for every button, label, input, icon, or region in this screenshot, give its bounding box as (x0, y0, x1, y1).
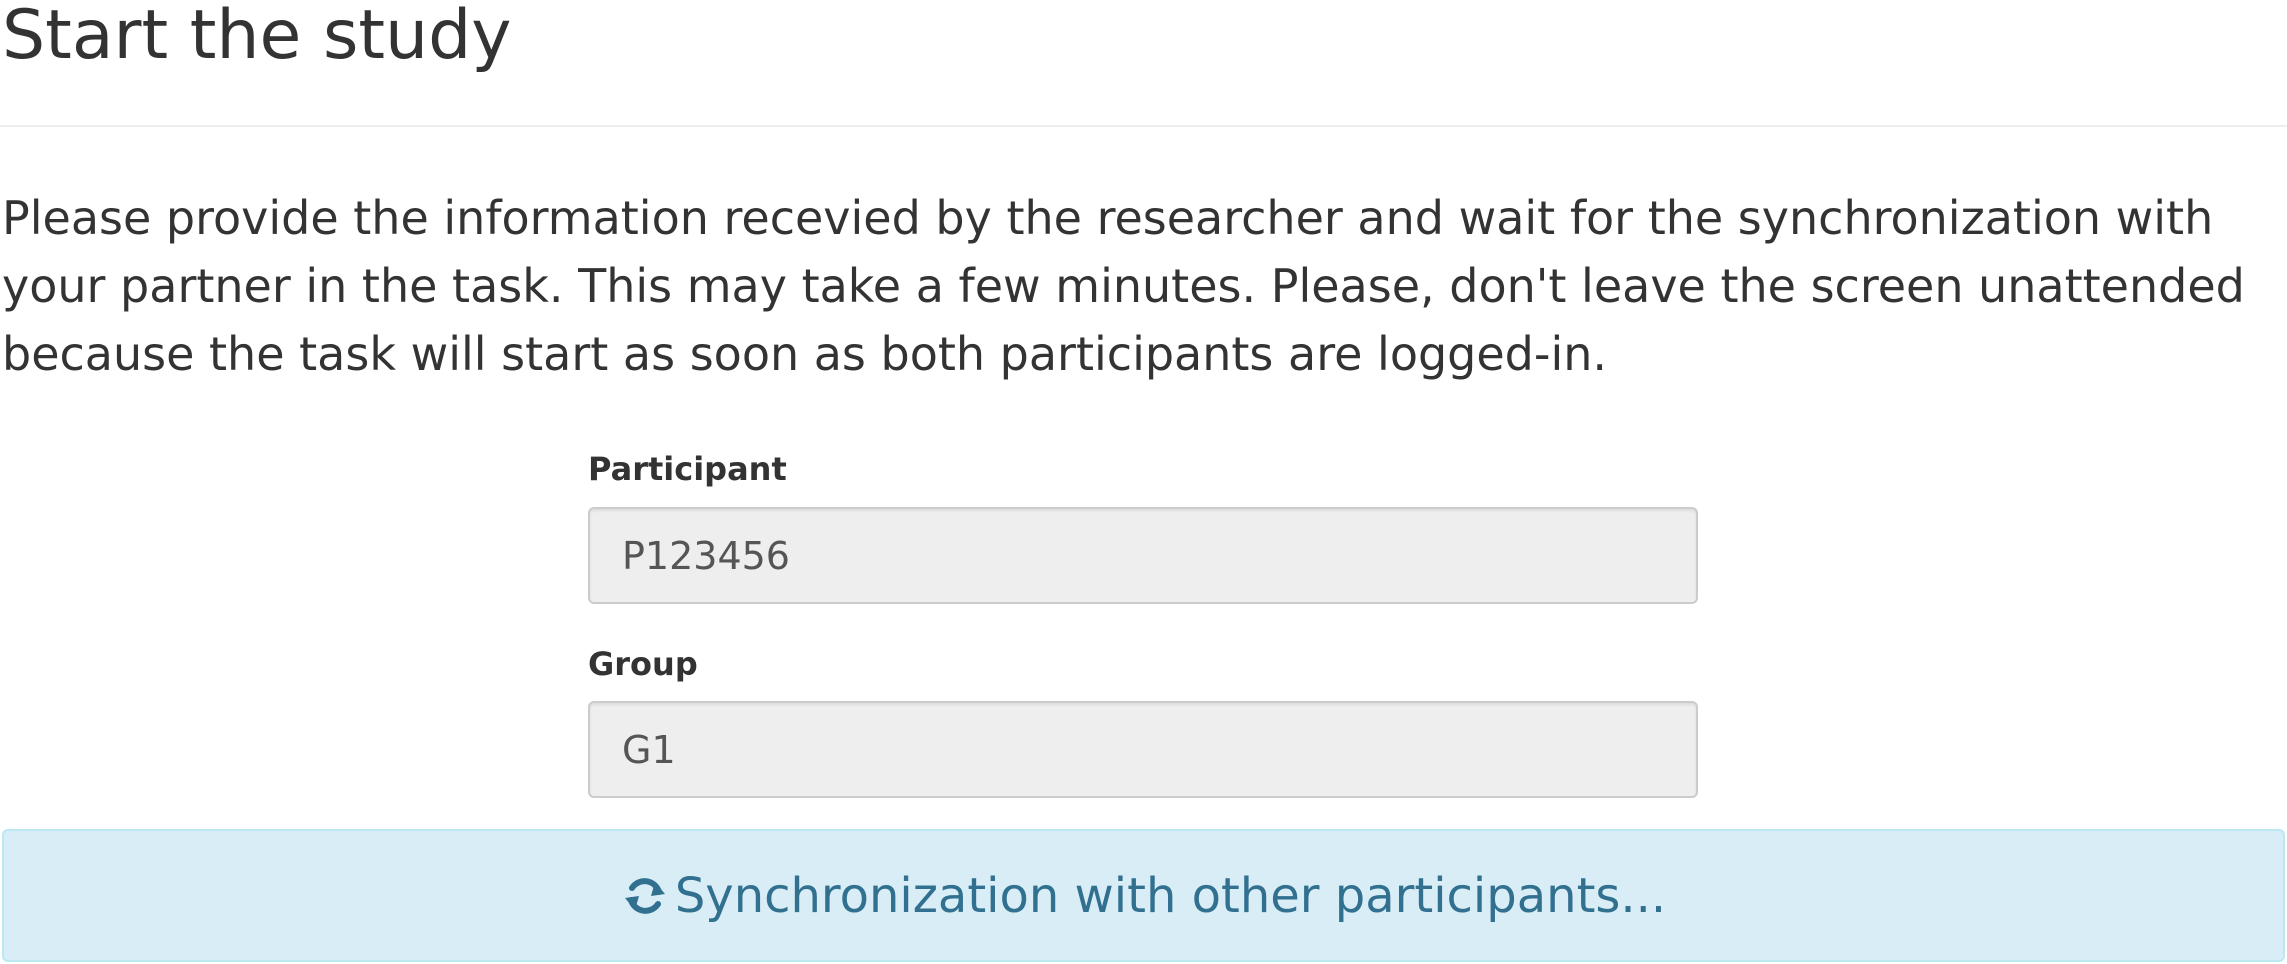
sync-status-message: Synchronization with other participants.… (674, 867, 1667, 924)
participant-input[interactable] (588, 507, 1698, 604)
participant-label: Participant (588, 450, 787, 488)
refresh-icon (621, 872, 669, 920)
sync-status-alert: Synchronization with other participants.… (2, 829, 2285, 962)
instructions-text: Please provide the information recevied … (2, 191, 2245, 381)
page: Start the study Please provide the infor… (0, 0, 2287, 964)
page-title: Start the study (2, 0, 512, 75)
group-input[interactable] (588, 701, 1698, 798)
title-divider (0, 125, 2287, 127)
group-label: Group (588, 645, 698, 683)
